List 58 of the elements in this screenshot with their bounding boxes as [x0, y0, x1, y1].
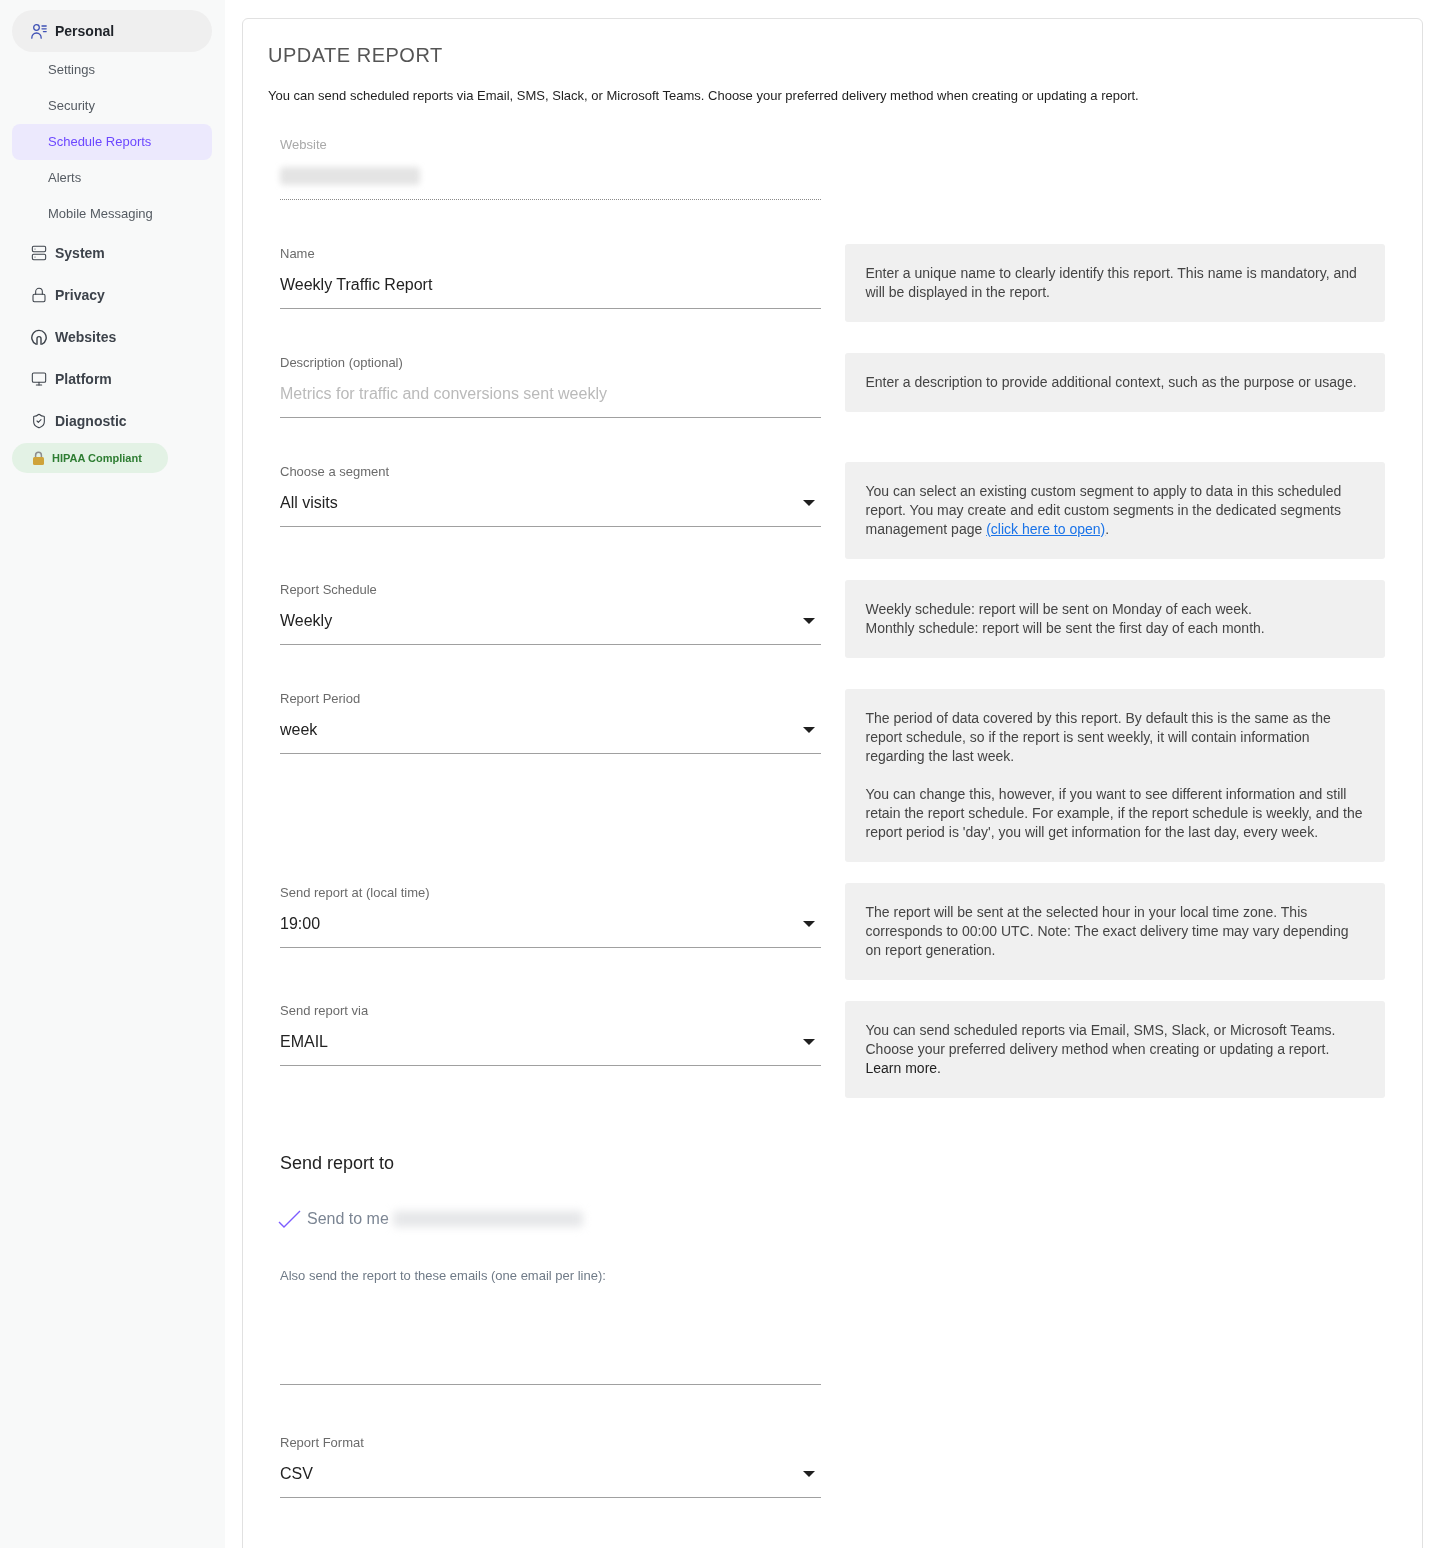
- field-label: Also send the report to these emails (one email per line):: [280, 1268, 607, 1284]
- badge-label: HIPAA Compliant: [52, 450, 142, 466]
- field-label: Website: [280, 137, 328, 153]
- dropdown[interactable]: week: [280, 707, 821, 754]
- help-text: You can send scheduled reports via Email, SMS, Slack, or Microsoft Teams. Choose your preferred delivery method when creating or updating a report. Learn more.: [865, 1021, 1337, 1078]
- text-input[interactable]: Metrics for traffic and conversions sent weekly: [280, 371, 821, 418]
- shield-check-icon: [31, 413, 47, 429]
- field-label: Choose a segment: [280, 464, 391, 480]
- field-label: Name: [280, 246, 316, 262]
- padlock-icon: [33, 451, 44, 465]
- page-title: UPDATE REPORT: [268, 43, 444, 68]
- dropdown[interactable]: EMAIL: [280, 1019, 821, 1066]
- caret-icon: [802, 1039, 815, 1045]
- checkbox-label[interactable]: Send to me: [307, 1207, 389, 1231]
- nav-item[interactable]: Privacy: [12, 274, 212, 316]
- help-text: You can change this, however, if you want to see different information and still retain the report schedule. For example, if the report schedule is weekly, and the report period is 'day', you will get information for the last day, every week.: [865, 785, 1364, 842]
- intro-text: You can send scheduled reports via Email, SMS, Slack, or Microsoft Teams. Choose your preferred delivery method when creating or updating a report.: [268, 87, 1140, 105]
- nav-item[interactable]: System: [12, 232, 212, 274]
- field-label: Send report at (local time): [280, 885, 431, 901]
- nav-item[interactable]: Personal: [12, 10, 212, 52]
- nav-item[interactable]: Platform: [12, 358, 212, 400]
- field-label: Send report via: [280, 1003, 370, 1019]
- help-text: Enter a description to provide additional context, such as the purpose or usage.: [865, 373, 1358, 392]
- field-label: Report Period: [280, 691, 362, 707]
- checkmark-icon[interactable]: [278, 1210, 301, 1228]
- nav-item[interactable]: Websites: [12, 316, 212, 358]
- dropdown[interactable]: 19:00: [280, 901, 821, 948]
- caret-icon: [802, 921, 815, 927]
- padlock-icon: [31, 287, 47, 303]
- help-text: You can select an existing custom segment to apply to data in this scheduled report. You may create and edit custom segments in the dedicated segments management page (click here to open).: [865, 482, 1343, 539]
- field-label: Report Schedule: [280, 582, 378, 598]
- help-text: Weekly schedule: report will be sent on Monday of each week.: [865, 600, 1253, 619]
- help-text: Monthly schedule: report will be sent the first day of each month.: [865, 619, 1266, 638]
- nav-subitem[interactable]: Mobile Messaging: [12, 196, 212, 232]
- field-label: Description (optional): [280, 355, 404, 371]
- text-input[interactable]: Weekly Traffic Report: [280, 262, 821, 309]
- monitor-icon: [31, 371, 47, 387]
- learn-more-link[interactable]: Learn more.: [865, 1060, 941, 1076]
- caret-icon: [802, 1471, 815, 1477]
- dropdown[interactable]: CSV: [280, 1451, 821, 1498]
- nav-item[interactable]: Diagnostic: [12, 400, 212, 442]
- nav-subitem[interactable]: Security: [12, 88, 212, 124]
- nav-subitem[interactable]: Settings: [12, 52, 212, 88]
- dropdown[interactable]: Weekly: [280, 598, 821, 645]
- nav-subitem[interactable]: Alerts: [12, 160, 212, 196]
- help-text: Enter a unique name to clearly identify this report. This name is mandatory, and will be displayed in the report.: [865, 264, 1358, 302]
- caret-icon: [802, 727, 815, 733]
- user-list-icon: [31, 23, 47, 39]
- server-icon: [31, 245, 47, 261]
- field-label: Report Format: [280, 1435, 365, 1451]
- section-heading: Send report to: [280, 1152, 396, 1175]
- caret-icon: [802, 500, 815, 506]
- dropdown[interactable]: All visits: [280, 480, 821, 527]
- help-text: The period of data covered by this report. By default this is the same as the report schedule, so if the report is sent weekly, it will contain information regarding the last week.: [865, 709, 1332, 766]
- caret-icon: [802, 618, 815, 624]
- help-text: The report will be sent at the selected hour in your local time zone. This corresponds to 00:00 UTC. Note: The exact delivery time may vary depending on report generation.: [865, 903, 1350, 960]
- arch-icon: [31, 329, 47, 345]
- nav-subitem[interactable]: Schedule Reports: [12, 124, 212, 160]
